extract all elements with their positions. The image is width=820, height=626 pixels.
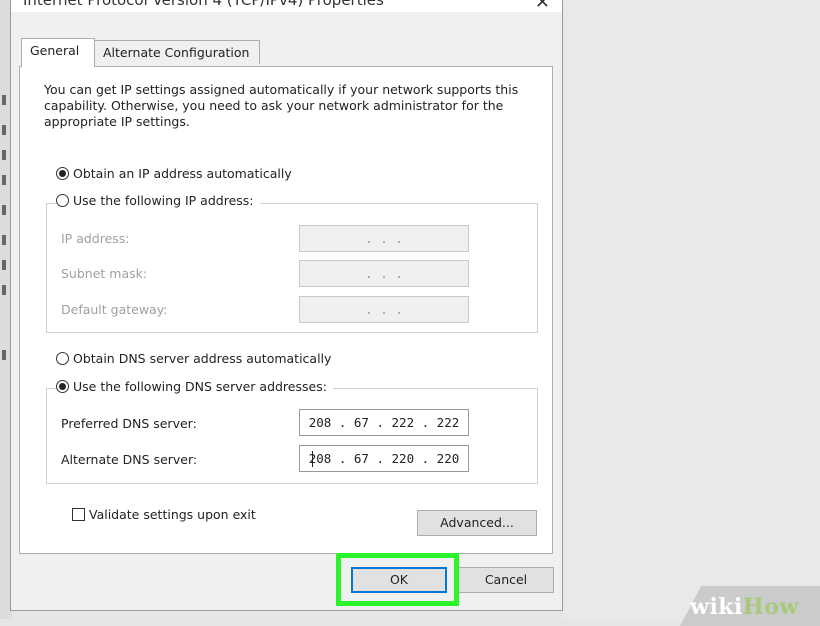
use-following-dns-option[interactable]: Use the following DNS server addresses: [56,379,333,394]
tab-general[interactable]: General [21,38,95,67]
default-gateway-input[interactable]: . . . [299,296,469,323]
validate-settings-checkbox[interactable] [72,508,85,521]
tab-alternate-configuration[interactable]: Alternate Configuration [94,40,260,64]
advanced-button[interactable]: Advanced... [417,510,537,536]
alternate-dns-input[interactable]: 208 . 67 . 220 . 220 [299,445,469,472]
alternate-dns-label: Alternate DNS server: [61,452,198,467]
preferred-dns-label: Preferred DNS server: [61,416,197,431]
validate-settings-label: Validate settings upon exit [89,507,256,522]
background-area [563,0,820,619]
default-gateway-label: Default gateway: [61,302,168,317]
ipv4-properties-dialog: Internet Protocol Version 4 (TCP/IPv4) P… [10,0,563,611]
subnet-mask-input[interactable]: . . . [299,260,469,287]
text-caret [312,451,313,467]
subnet-mask-label: Subnet mask: [61,266,148,281]
ok-button-highlight [336,553,459,606]
window-title: Internet Protocol Version 4 (TCP/IPv4) P… [23,0,384,9]
wikihow-watermark: wikiHow [690,594,799,620]
cancel-button[interactable]: Cancel [458,567,554,593]
obtain-ip-auto-radio[interactable] [56,167,69,180]
use-following-ip-radio[interactable] [56,194,69,207]
use-following-dns-radio[interactable] [56,380,69,393]
obtain-ip-auto-option[interactable]: Obtain an IP address automatically [56,166,292,181]
preferred-dns-input[interactable]: 208 . 67 . 222 . 222 [299,409,469,436]
use-following-dns-label: Use the following DNS server addresses: [73,379,327,394]
obtain-dns-auto-option[interactable]: Obtain DNS server address automatically [56,351,331,366]
ip-address-input[interactable]: . . . [299,225,469,252]
description-text: You can get IP settings assigned automat… [44,82,519,129]
ip-address-label: IP address: [61,231,130,246]
alternate-dns-value: 208 . 67 . 220 . 220 [308,451,460,466]
obtain-ip-auto-label: Obtain an IP address automatically [73,166,292,181]
use-following-ip-label: Use the following IP address: [73,193,254,208]
title-bar: Internet Protocol Version 4 (TCP/IPv4) P… [11,0,562,12]
obtain-dns-auto-label: Obtain DNS server address automatically [73,351,332,366]
use-following-ip-option[interactable]: Use the following IP address: [56,193,260,208]
close-icon[interactable]: ✕ [535,0,550,12]
obtain-dns-auto-radio[interactable] [56,352,69,365]
